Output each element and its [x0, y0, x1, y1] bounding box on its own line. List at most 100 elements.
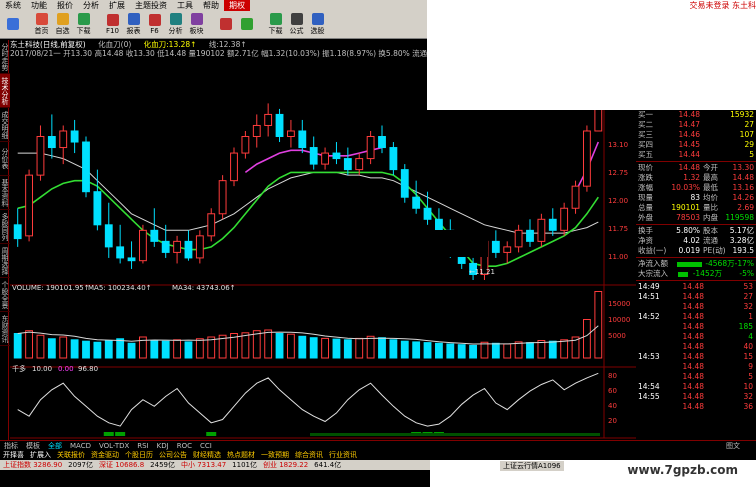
info-link-6[interactable]: 财经精选	[190, 450, 224, 460]
toolbar-button-5[interactable]: 报表	[123, 12, 144, 38]
volume-tick-label: 15000	[608, 300, 630, 308]
status-item[interactable]: 1101亿	[229, 460, 260, 470]
kdj-line	[17, 372, 599, 427]
info-link-4[interactable]: 个股日历	[122, 450, 156, 460]
candle-body	[93, 191, 102, 226]
bid-price: 14.45	[678, 140, 700, 149]
status-item[interactable]: 创业 1829.22	[260, 460, 311, 470]
bid-row[interactable]: 买一 14.48 15932	[636, 110, 756, 120]
status-item[interactable]: 2097亿	[65, 460, 96, 470]
volume-bar	[25, 330, 33, 359]
status-server[interactable]: 上证云行情A1096	[500, 461, 564, 471]
stat-label: 股本	[703, 226, 718, 235]
indicator-tab-4[interactable]: VOL-TDX	[95, 442, 133, 450]
toolbar-button-10[interactable]	[236, 12, 257, 38]
bid-row[interactable]: 买三 14.46 107	[636, 130, 756, 140]
left-tab-8[interactable]: 东财资讯	[0, 312, 10, 346]
info-link-8[interactable]: 一致预期	[258, 450, 292, 460]
bid-volume: 5	[749, 150, 754, 159]
info-link-5[interactable]: 公司公告	[156, 450, 190, 460]
info-link-9[interactable]: 综合资讯	[292, 450, 326, 460]
stock-title: 东土科技(日线,前复权)	[10, 40, 86, 49]
indicator-tab-6[interactable]: KDJ	[153, 442, 173, 450]
tick-price: 14.48	[682, 342, 704, 351]
tick-row: 14.48 4	[636, 332, 756, 342]
info-link-2[interactable]: 关联报价	[54, 450, 88, 460]
kdj-value-2: 0.00	[58, 365, 74, 373]
bid-volume: 15932	[730, 110, 754, 119]
left-vertical-tabs: 分时走势 技术分析 成交明细 分价表 基本资料 多股同列 周期选择 个股全景 东财资讯	[0, 40, 10, 440]
info-link-10[interactable]: 行业资讯	[326, 450, 360, 460]
quote-separator	[636, 280, 756, 281]
price-tick-label: 11.00	[608, 253, 628, 261]
indicator-tab-3[interactable]: MACD	[66, 442, 95, 450]
tick-time: 14:49	[638, 282, 660, 291]
bid-volume: 107	[739, 130, 754, 139]
tick-time	[636, 402, 664, 412]
flow-value: -4568万	[705, 259, 735, 268]
menu-system[interactable]: 系统	[0, 0, 26, 11]
left-tab-2[interactable]: 成交明细	[0, 108, 10, 142]
volume-bar	[560, 339, 569, 359]
toolbar-button-3[interactable]: 下载	[73, 12, 94, 38]
tick-price: 14.48	[682, 352, 704, 361]
indicator-tab-0[interactable]: 指标	[0, 441, 22, 451]
status-item[interactable]: 2459亿	[147, 460, 178, 470]
indicator-tab-5[interactable]: RSI	[133, 442, 152, 450]
toolbar-button-13[interactable]: 选股	[307, 12, 328, 38]
bid-row[interactable]: 买二 14.47 27	[636, 120, 756, 130]
status-item[interactable]: 深证 10686.8	[96, 460, 147, 470]
menu-quote[interactable]: 报价	[52, 0, 78, 11]
toolbar-button-7[interactable]: 分析	[165, 12, 186, 38]
menu-tools[interactable]: 工具	[172, 0, 198, 11]
toolbar-button-4[interactable]: F10	[102, 12, 123, 38]
indicator-tab-8[interactable]: CCI	[196, 442, 216, 450]
toolbar-button-9[interactable]	[215, 12, 236, 38]
stat-value: 5.17亿	[729, 226, 754, 235]
left-tab-7[interactable]: 个股全景	[0, 278, 10, 312]
bid-volume: 29	[744, 140, 754, 149]
toolbar-button-2[interactable]: 自选	[52, 12, 73, 38]
status-item[interactable]: 上证指数 3286.90	[0, 460, 65, 470]
menu-extend[interactable]: 扩展	[104, 0, 130, 11]
indicator-tab-7[interactable]: ROC	[173, 442, 196, 450]
info-link-0[interactable]: 开择喜	[0, 450, 27, 460]
left-tab-6[interactable]: 周期选择	[0, 244, 10, 278]
toolbar-button-1[interactable]: 首页	[31, 12, 52, 38]
tick-price: 14.48	[682, 282, 704, 291]
left-tab-5[interactable]: 多股同列	[0, 210, 10, 244]
info-link-1[interactable]: 扩展入	[27, 450, 54, 460]
toolbar-button-6[interactable]: F6	[144, 12, 165, 38]
toolbar-button-12[interactable]: 公式	[286, 12, 307, 38]
volume-bar	[400, 340, 409, 359]
left-tab-4[interactable]: 基本资料	[0, 176, 10, 210]
menu-analysis[interactable]: 分析	[78, 0, 104, 11]
kdj-tick-label: 80	[608, 372, 617, 380]
status-item[interactable]: 中小 7313.47	[178, 460, 229, 470]
left-tab-0[interactable]: 分时走势	[0, 40, 10, 74]
menu-theme[interactable]: 主题投资	[130, 0, 172, 11]
info-link-7[interactable]: 热点题材	[224, 450, 258, 460]
bid-row[interactable]: 买五 14.44 5	[636, 150, 756, 160]
left-tab-3[interactable]: 分价表	[0, 142, 10, 176]
trade-status[interactable]: 交易未登录 东土科	[689, 0, 756, 11]
bid-row[interactable]: 买四 14.45 29	[636, 140, 756, 150]
watermark-area: www.7gpzb.com	[430, 460, 756, 487]
stat-value: 5.80%	[676, 226, 700, 235]
price-tick-label: 13.10	[608, 141, 628, 149]
toolbar-button-0[interactable]	[2, 12, 23, 38]
menu-function[interactable]: 功能	[26, 0, 52, 11]
volume-ma-line	[17, 325, 599, 345]
stat-label: 现量	[638, 193, 653, 202]
toolbar-button-8[interactable]: 板块	[186, 12, 207, 38]
tuwen-tab[interactable]: 图文	[726, 441, 740, 451]
indicator-tab-1[interactable]: 模板	[22, 441, 44, 451]
left-tab-1[interactable]: 技术分析	[0, 74, 10, 108]
info-link-3[interactable]: 资金驱动	[88, 450, 122, 460]
kdj-signal-mark	[103, 432, 114, 436]
menu-options[interactable]: 期权	[224, 0, 250, 11]
menu-help[interactable]: 帮助	[198, 0, 224, 11]
toolbar-button-label: 报表	[126, 27, 141, 35]
indicator-tab-2[interactable]: 全部	[44, 441, 66, 451]
toolbar-button-11[interactable]: 下载	[265, 12, 286, 38]
